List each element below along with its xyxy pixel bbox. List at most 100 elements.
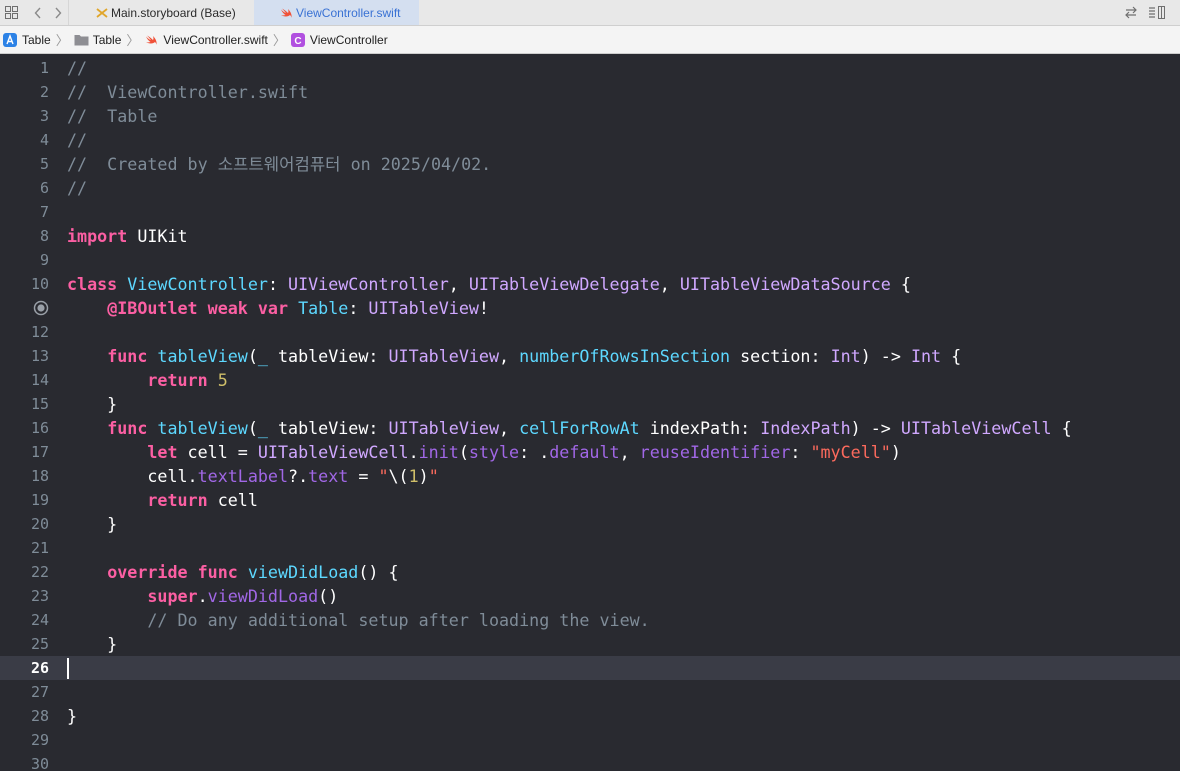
line-number[interactable]: 21: [0, 536, 49, 560]
line-number[interactable]: 16: [0, 416, 49, 440]
code-token: UITableViewDataSource: [679, 274, 891, 294]
code-token: _: [257, 346, 268, 366]
code-line[interactable]: 21: [0, 536, 1180, 560]
code-line[interactable]: 20 }: [0, 512, 1180, 536]
line-number[interactable]: 30: [0, 752, 49, 771]
code-token: UITableView: [388, 418, 500, 438]
code-token: .: [197, 586, 208, 606]
code-line[interactable]: 16 func tableView(_ tableView: UITableVi…: [0, 416, 1180, 440]
code-line[interactable]: 5 // Created by 소프트웨어컴퓨터 on 2025/04/02.: [0, 152, 1180, 176]
line-number[interactable]: 1: [0, 56, 49, 80]
breadcrumb-file[interactable]: ViewController.swift: [144, 32, 268, 47]
code-line[interactable]: 28}: [0, 704, 1180, 728]
code-text: // ViewController.swift: [67, 80, 308, 104]
code-line[interactable]: 25 }: [0, 632, 1180, 656]
swap-arrows-icon[interactable]: [1120, 0, 1142, 25]
code-line[interactable]: 14 return 5: [0, 368, 1180, 392]
code-token: :: [348, 298, 369, 318]
line-number[interactable]: 28: [0, 704, 49, 728]
line-number[interactable]: 5: [0, 152, 49, 176]
code-line[interactable]: 7: [0, 200, 1180, 224]
code-line[interactable]: 13 func tableView(_ tableView: UITableVi…: [0, 344, 1180, 368]
code-token: UIViewController: [288, 274, 449, 294]
code-line[interactable]: 2 // ViewController.swift: [0, 80, 1180, 104]
code-line[interactable]: 27: [0, 680, 1180, 704]
line-number[interactable]: 27: [0, 680, 49, 704]
line-number[interactable]: 14: [0, 368, 49, 392]
code-token: UIKit: [127, 226, 188, 246]
code-token: 5: [217, 370, 228, 390]
line-number[interactable]: 19: [0, 488, 49, 512]
code-line[interactable]: 3 // Table: [0, 104, 1180, 128]
svg-text:C: C: [294, 36, 301, 47]
code-token: UITableViewDelegate: [468, 274, 660, 294]
code-line[interactable]: 6 //: [0, 176, 1180, 200]
code-text: func tableView(_ tableView: UITableView,…: [67, 416, 1072, 440]
back-chevron-icon[interactable]: [28, 0, 48, 25]
outlet-connected-circle-icon[interactable]: [33, 300, 49, 316]
line-number[interactable]: 8: [0, 224, 49, 248]
breadcrumb-group[interactable]: Table: [74, 33, 121, 47]
code-line[interactable]: 1 //: [0, 56, 1180, 80]
line-number[interactable]: 24: [0, 608, 49, 632]
code-line[interactable]: 8 import UIKit: [0, 224, 1180, 248]
line-number[interactable]: 7: [0, 200, 49, 224]
tab-viewcontroller-swift[interactable]: ViewController.swift: [254, 0, 419, 25]
line-number[interactable]: 18: [0, 464, 49, 488]
code-token: ,: [499, 346, 520, 366]
line-number[interactable]: 9: [0, 248, 49, 272]
line-number[interactable]: 6: [0, 176, 49, 200]
code-line[interactable]: 29: [0, 728, 1180, 752]
line-number[interactable]: 12: [0, 320, 49, 344]
code-line[interactable]: 24 // Do any additional setup after load…: [0, 608, 1180, 632]
code-line[interactable]: 22 override func viewDidLoad() {: [0, 560, 1180, 584]
line-number[interactable]: 2: [0, 80, 49, 104]
related-items-grid-icon[interactable]: [0, 0, 22, 25]
line-number[interactable]: 10: [0, 272, 49, 296]
code-token: default: [549, 442, 620, 462]
code-line[interactable]: 30: [0, 752, 1180, 771]
line-number[interactable]: 25: [0, 632, 49, 656]
breadcrumb-label: ViewController.swift: [163, 32, 268, 47]
code-token: style: [468, 442, 520, 462]
code-token: "myCell": [810, 442, 891, 462]
text-cursor: [67, 658, 69, 679]
line-number[interactable]: 22: [0, 560, 49, 584]
line-number[interactable]: 23: [0, 584, 49, 608]
line-number[interactable]: 29: [0, 728, 49, 752]
code-line[interactable]: 26: [0, 656, 1180, 680]
code-line[interactable]: @IBOutlet weak var Table: UITableView!: [0, 296, 1180, 320]
code-text: }: [67, 392, 117, 416]
forward-chevron-icon[interactable]: [48, 0, 68, 25]
code-token: ,: [448, 274, 469, 294]
code-line[interactable]: 15 }: [0, 392, 1180, 416]
line-number[interactable]: 20: [0, 512, 49, 536]
editor-options-icon[interactable]: [1146, 0, 1168, 25]
breadcrumb-symbol[interactable]: C ViewController: [290, 32, 388, 47]
line-number[interactable]: 26: [0, 656, 49, 680]
code-line[interactable]: 23 super.viewDidLoad(): [0, 584, 1180, 608]
line-number[interactable]: 3: [0, 104, 49, 128]
code-line[interactable]: 18 cell.textLabel?.text = "\(1)": [0, 464, 1180, 488]
code-token: //: [67, 58, 88, 78]
line-number[interactable]: 17: [0, 440, 49, 464]
code-token: func: [107, 346, 148, 366]
code-token: // Created by 소프트웨어컴퓨터 on 2025/04/02.: [67, 154, 492, 174]
code-line[interactable]: 4 //: [0, 128, 1180, 152]
code-line[interactable]: 12: [0, 320, 1180, 344]
tab-main-storyboard[interactable]: Main.storyboard (Base): [68, 0, 254, 25]
code-line[interactable]: 10 class ViewController: UIViewController…: [0, 272, 1180, 296]
code-line[interactable]: 9: [0, 248, 1180, 272]
code-token: {: [890, 274, 911, 294]
breadcrumb-project[interactable]: Table: [3, 32, 51, 47]
line-number[interactable]: 13: [0, 344, 49, 368]
line-number[interactable]: 4: [0, 128, 49, 152]
source-editor[interactable]: 1//2// ViewController.swift 3// Table 4//5…: [0, 54, 1180, 771]
code-line[interactable]: 17 let cell = UITableViewCell.init(style…: [0, 440, 1180, 464]
code-line[interactable]: 19 return cell: [0, 488, 1180, 512]
line-number[interactable]: 15: [0, 392, 49, 416]
